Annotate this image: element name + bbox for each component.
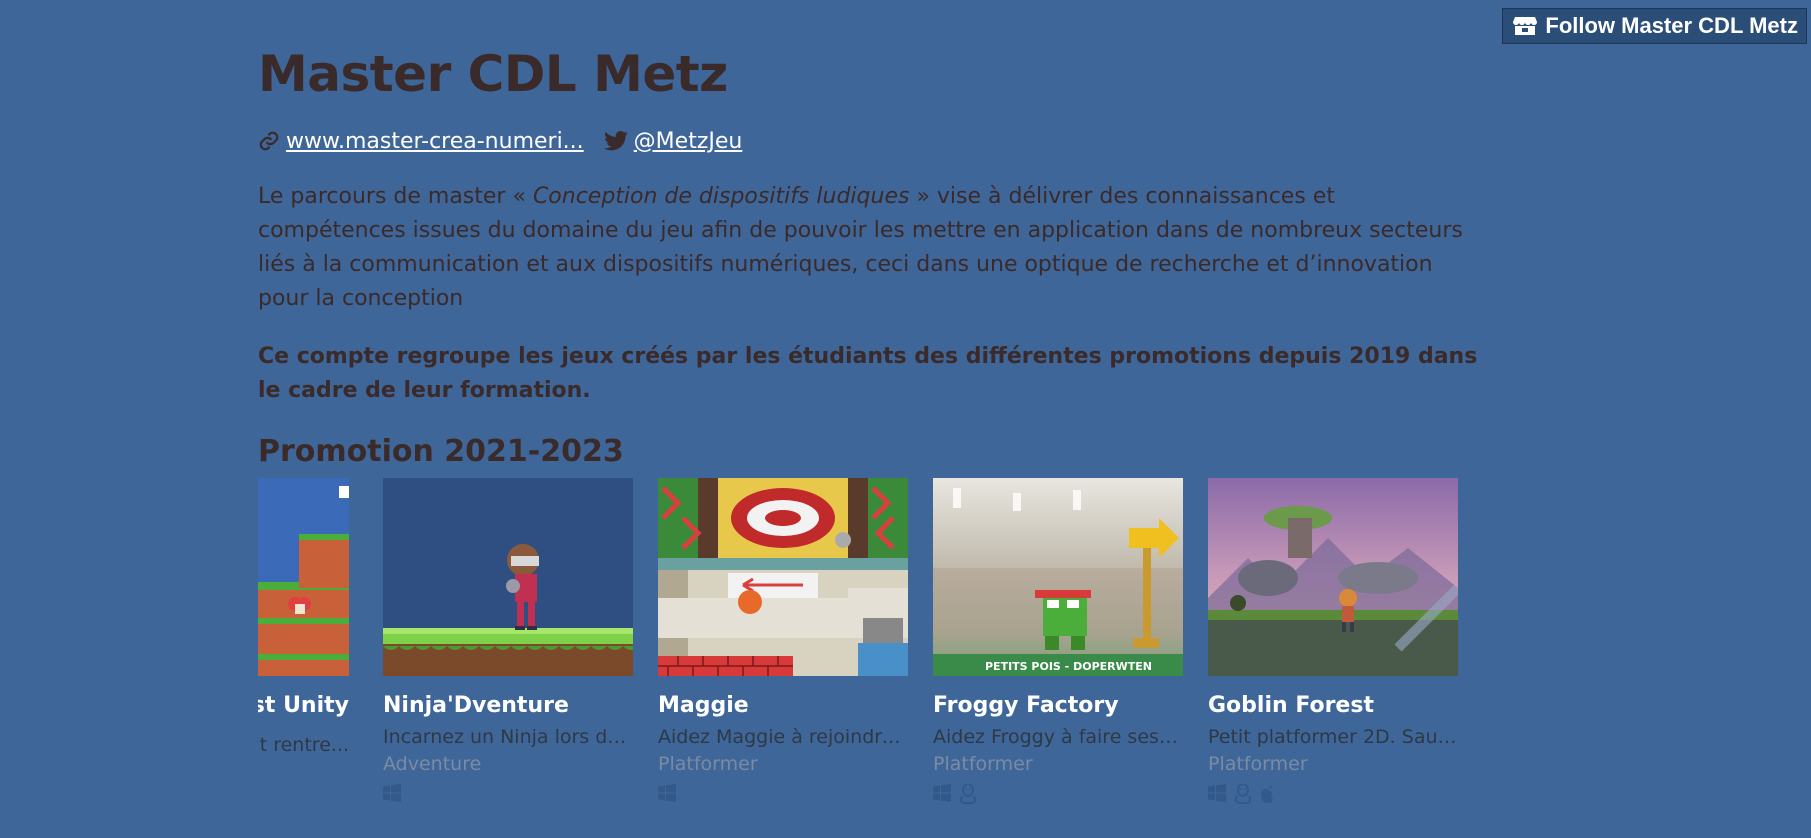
profile-header: Master CDL Metz www.master-crea-numeri..… — [258, 0, 1477, 472]
description-bold: Ce compte regroupe les jeux créés par le… — [258, 344, 1478, 403]
platform-list — [658, 784, 908, 804]
game-thumbnail[interactable] — [383, 478, 633, 676]
game-title[interactable]: Goblin Forest — [1208, 692, 1458, 720]
page-title: Master CDL Metz — [258, 45, 728, 103]
game-card[interactable]: Maggie Aidez Maggie à rejoindre sa... Pl… — [658, 478, 908, 804]
game-description: Aidez Maggie à rejoindre sa... — [658, 726, 908, 748]
linux-icon — [959, 784, 977, 804]
follow-button-label: Follow Master CDL Metz — [1545, 13, 1798, 38]
windows-icon — [383, 784, 401, 804]
platform-list — [1208, 784, 1458, 804]
game-description: Aidez Froggy à faire ses cou... — [933, 726, 1183, 748]
game-genre: Adventure — [383, 753, 482, 775]
profile-links: www.master-crea-numeri... @MetzJeu — [258, 126, 1458, 156]
game-genre: Platformer — [1208, 753, 1308, 775]
section-title: Promotion 2021-2023 — [258, 434, 624, 469]
twitter-icon — [603, 131, 628, 151]
game-thumbnail[interactable] — [1208, 478, 1458, 676]
twitter-link[interactable]: @MetzJeu — [634, 129, 743, 154]
platform-list — [383, 784, 633, 804]
linux-icon — [1234, 784, 1252, 804]
follow-button[interactable]: Follow Master CDL Metz — [1502, 8, 1807, 44]
game-title[interactable]: irst Unity — [258, 692, 349, 720]
windows-icon — [658, 784, 676, 804]
game-genre: Platformer — [933, 753, 1033, 775]
game-card[interactable]: Goblin Forest Petit platformer 2D. Saute… — [1208, 478, 1458, 804]
game-description: oit rentre... — [258, 734, 349, 756]
link-icon — [258, 130, 280, 152]
game-thumbnail[interactable] — [258, 478, 349, 676]
game-card[interactable]: Ninja'Dventure Incarnez un Ninja lors de… — [383, 478, 633, 804]
website-link[interactable]: www.master-crea-numeri... — [286, 129, 584, 154]
game-card[interactable]: irst Unity oit rentre... — [258, 478, 349, 758]
platform-list — [933, 784, 1183, 804]
game-title[interactable]: Froggy Factory — [933, 692, 1183, 720]
game-title[interactable]: Ninja'Dventure — [383, 692, 633, 720]
windows-icon — [933, 784, 951, 804]
game-title[interactable]: Maggie — [658, 692, 908, 720]
game-carousel[interactable]: irst Unity oit rentre... Ninja'Dventure — [258, 478, 1458, 838]
game-card[interactable]: PETITS POIS - DOPERWTEN Froggy Factory A… — [933, 478, 1183, 804]
game-thumbnail[interactable]: PETITS POIS - DOPERWTEN — [933, 478, 1183, 676]
game-genre: Platformer — [658, 753, 758, 775]
apple-icon — [1260, 784, 1278, 804]
itchio-icon — [1513, 15, 1538, 37]
windows-icon — [1208, 784, 1226, 804]
profile-description: Le parcours de master « Conception de di… — [258, 180, 1488, 408]
description-text: Le parcours de master « — [258, 184, 533, 209]
game-description: Petit platformer 2D. Sautez... — [1208, 726, 1458, 748]
game-description: Incarnez un Ninja lors de son... — [383, 726, 633, 748]
banner-text: PETITS POIS - DOPERWTEN — [985, 660, 1152, 673]
game-thumbnail[interactable] — [658, 478, 908, 676]
description-italic: Conception de dispositifs ludiques — [532, 184, 910, 209]
